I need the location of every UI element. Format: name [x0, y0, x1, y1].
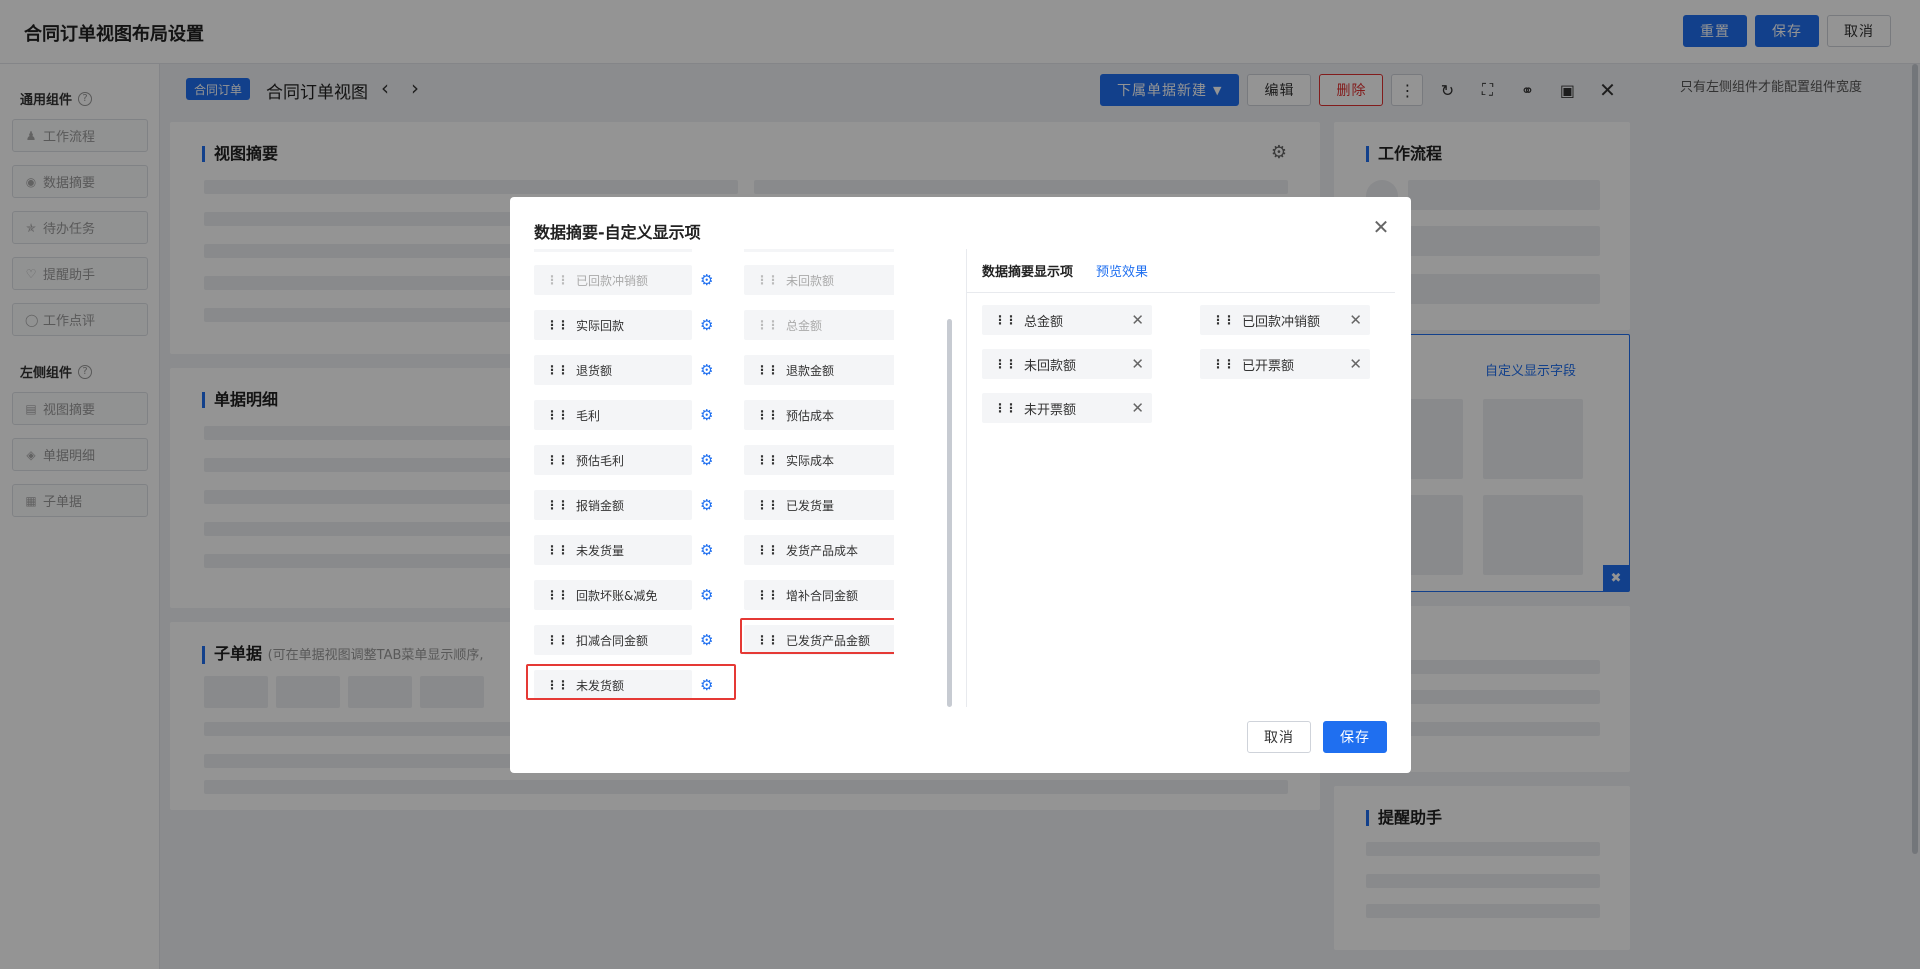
field-item[interactable]: ⋮⋮ 毛利 ⚙ — [534, 400, 713, 430]
highlight-box — [740, 618, 894, 654]
field-item[interactable]: ⋮⋮ 扣减合同金额 ⚙ — [534, 625, 713, 655]
drag-handle-icon[interactable]: ⋮⋮ — [546, 543, 569, 557]
field-item[interactable]: ⋮⋮ 实际回款 ⚙ — [534, 310, 713, 340]
gear-icon[interactable]: ⚙ — [700, 586, 713, 604]
remove-icon[interactable]: ✕ — [1131, 355, 1144, 373]
modal-title: 数据摘要-自定义显示项 — [534, 223, 701, 242]
drag-handle-icon[interactable]: ⋮⋮ — [546, 318, 569, 332]
available-fields-list[interactable]: ⋮⋮已回款冲销额⚙ ⋮⋮未回款额⚙ ⋮⋮实际回款⚙ ⋮⋮总金额⚙ ⋮⋮退货额⚙ … — [524, 249, 894, 707]
drag-handle-icon[interactable]: ⋮⋮ — [546, 453, 569, 467]
drag-handle-icon[interactable]: ⋮⋮ — [994, 357, 1017, 371]
field-item[interactable]: ⋮⋮未回款额⚙ — [744, 265, 894, 295]
custom-display-modal: 数据摘要-自定义显示项 ✕ ⋮⋮已回款冲销额⚙ ⋮⋮未回款额⚙ ⋮⋮实际回款⚙ … — [510, 197, 1411, 773]
field-item[interactable]: ⋮⋮ 已回款冲销额 ⚙ — [534, 265, 713, 295]
drag-handle-icon[interactable]: ⋮⋮ — [546, 588, 569, 602]
field-item[interactable]: ⋮⋮增补合同金额⚙ — [744, 580, 894, 610]
gear-icon[interactable]: ⚙ — [700, 406, 713, 424]
drag-handle-icon[interactable]: ⋮⋮ — [756, 498, 779, 512]
field-item[interactable]: ⋮⋮已发货量⚙ — [744, 490, 894, 520]
close-icon[interactable]: ✕ — [1371, 215, 1391, 239]
drag-handle-icon[interactable]: ⋮⋮ — [1212, 313, 1235, 327]
drag-handle-icon[interactable]: ⋮⋮ — [756, 543, 779, 557]
drag-handle-icon[interactable]: ⋮⋮ — [994, 401, 1017, 415]
drag-handle-icon[interactable]: ⋮⋮ — [546, 633, 569, 647]
remove-icon[interactable]: ✕ — [1131, 311, 1144, 329]
field-item[interactable]: ⋮⋮ 未发货量 ⚙ — [534, 535, 713, 565]
gear-icon[interactable]: ⚙ — [700, 541, 713, 559]
remove-icon[interactable]: ✕ — [1131, 399, 1144, 417]
drag-handle-icon[interactable]: ⋮⋮ — [994, 313, 1017, 327]
gear-icon[interactable]: ⚙ — [700, 451, 713, 469]
preview-link[interactable]: 预览效果 — [1096, 261, 1148, 280]
field-item[interactable]: ⋮⋮ 退货额 ⚙ — [534, 355, 713, 385]
field-item[interactable]: ⋮⋮退款金额⚙ — [744, 355, 894, 385]
drag-handle-icon[interactable]: ⋮⋮ — [756, 273, 779, 287]
drag-handle-icon[interactable]: ⋮⋮ — [756, 363, 779, 377]
drag-handle-icon[interactable]: ⋮⋮ — [756, 453, 779, 467]
drag-handle-icon[interactable]: ⋮⋮ — [546, 363, 569, 377]
display-items-heading: 数据摘要显示项 — [982, 265, 1074, 280]
field-item[interactable]: ⋮⋮ 预估毛利 ⚙ — [534, 445, 713, 475]
selected-field[interactable]: ⋮⋮ 总金额 ✕ — [982, 305, 1152, 335]
selected-field[interactable]: ⋮⋮ 未回款额 ✕ — [982, 349, 1152, 379]
modal-footer: 取消 保存 — [1247, 721, 1387, 753]
modal-save-button[interactable]: 保存 — [1323, 721, 1387, 753]
highlight-box — [526, 664, 736, 700]
gear-icon[interactable]: ⚙ — [700, 496, 713, 514]
selected-field[interactable]: ⋮⋮ 已回款冲销额 ✕ — [1200, 305, 1370, 335]
field-item[interactable]: ⋮⋮发货产品成本⚙ — [744, 535, 894, 565]
gear-icon[interactable]: ⚙ — [700, 271, 713, 289]
drag-handle-icon[interactable]: ⋮⋮ — [546, 498, 569, 512]
field-item[interactable]: ⋮⋮预估成本⚙ — [744, 400, 894, 430]
drag-handle-icon[interactable]: ⋮⋮ — [546, 273, 569, 287]
selected-field[interactable]: ⋮⋮ 已开票额 ✕ — [1200, 349, 1370, 379]
drag-handle-icon[interactable]: ⋮⋮ — [756, 408, 779, 422]
gear-icon[interactable]: ⚙ — [700, 316, 713, 334]
remove-icon[interactable]: ✕ — [1349, 355, 1362, 373]
remove-icon[interactable]: ✕ — [1349, 311, 1362, 329]
drag-handle-icon[interactable]: ⋮⋮ — [756, 318, 779, 332]
field-item[interactable]: ⋮⋮ 报销金额 ⚙ — [534, 490, 713, 520]
gear-icon[interactable]: ⚙ — [700, 361, 713, 379]
drag-handle-icon[interactable]: ⋮⋮ — [1212, 357, 1235, 371]
field-item[interactable]: ⋮⋮总金额⚙ — [744, 310, 894, 340]
drag-handle-icon[interactable]: ⋮⋮ — [756, 588, 779, 602]
field-list-scrollbar[interactable] — [947, 319, 952, 707]
field-item[interactable]: ⋮⋮ 回款坏账&减免 ⚙ — [534, 580, 713, 610]
drag-handle-icon[interactable]: ⋮⋮ — [546, 408, 569, 422]
field-item[interactable]: ⋮⋮实际成本⚙ — [744, 445, 894, 475]
gear-icon[interactable]: ⚙ — [700, 631, 713, 649]
selected-field[interactable]: ⋮⋮ 未开票额 ✕ — [982, 393, 1152, 423]
modal-cancel-button[interactable]: 取消 — [1247, 721, 1311, 753]
